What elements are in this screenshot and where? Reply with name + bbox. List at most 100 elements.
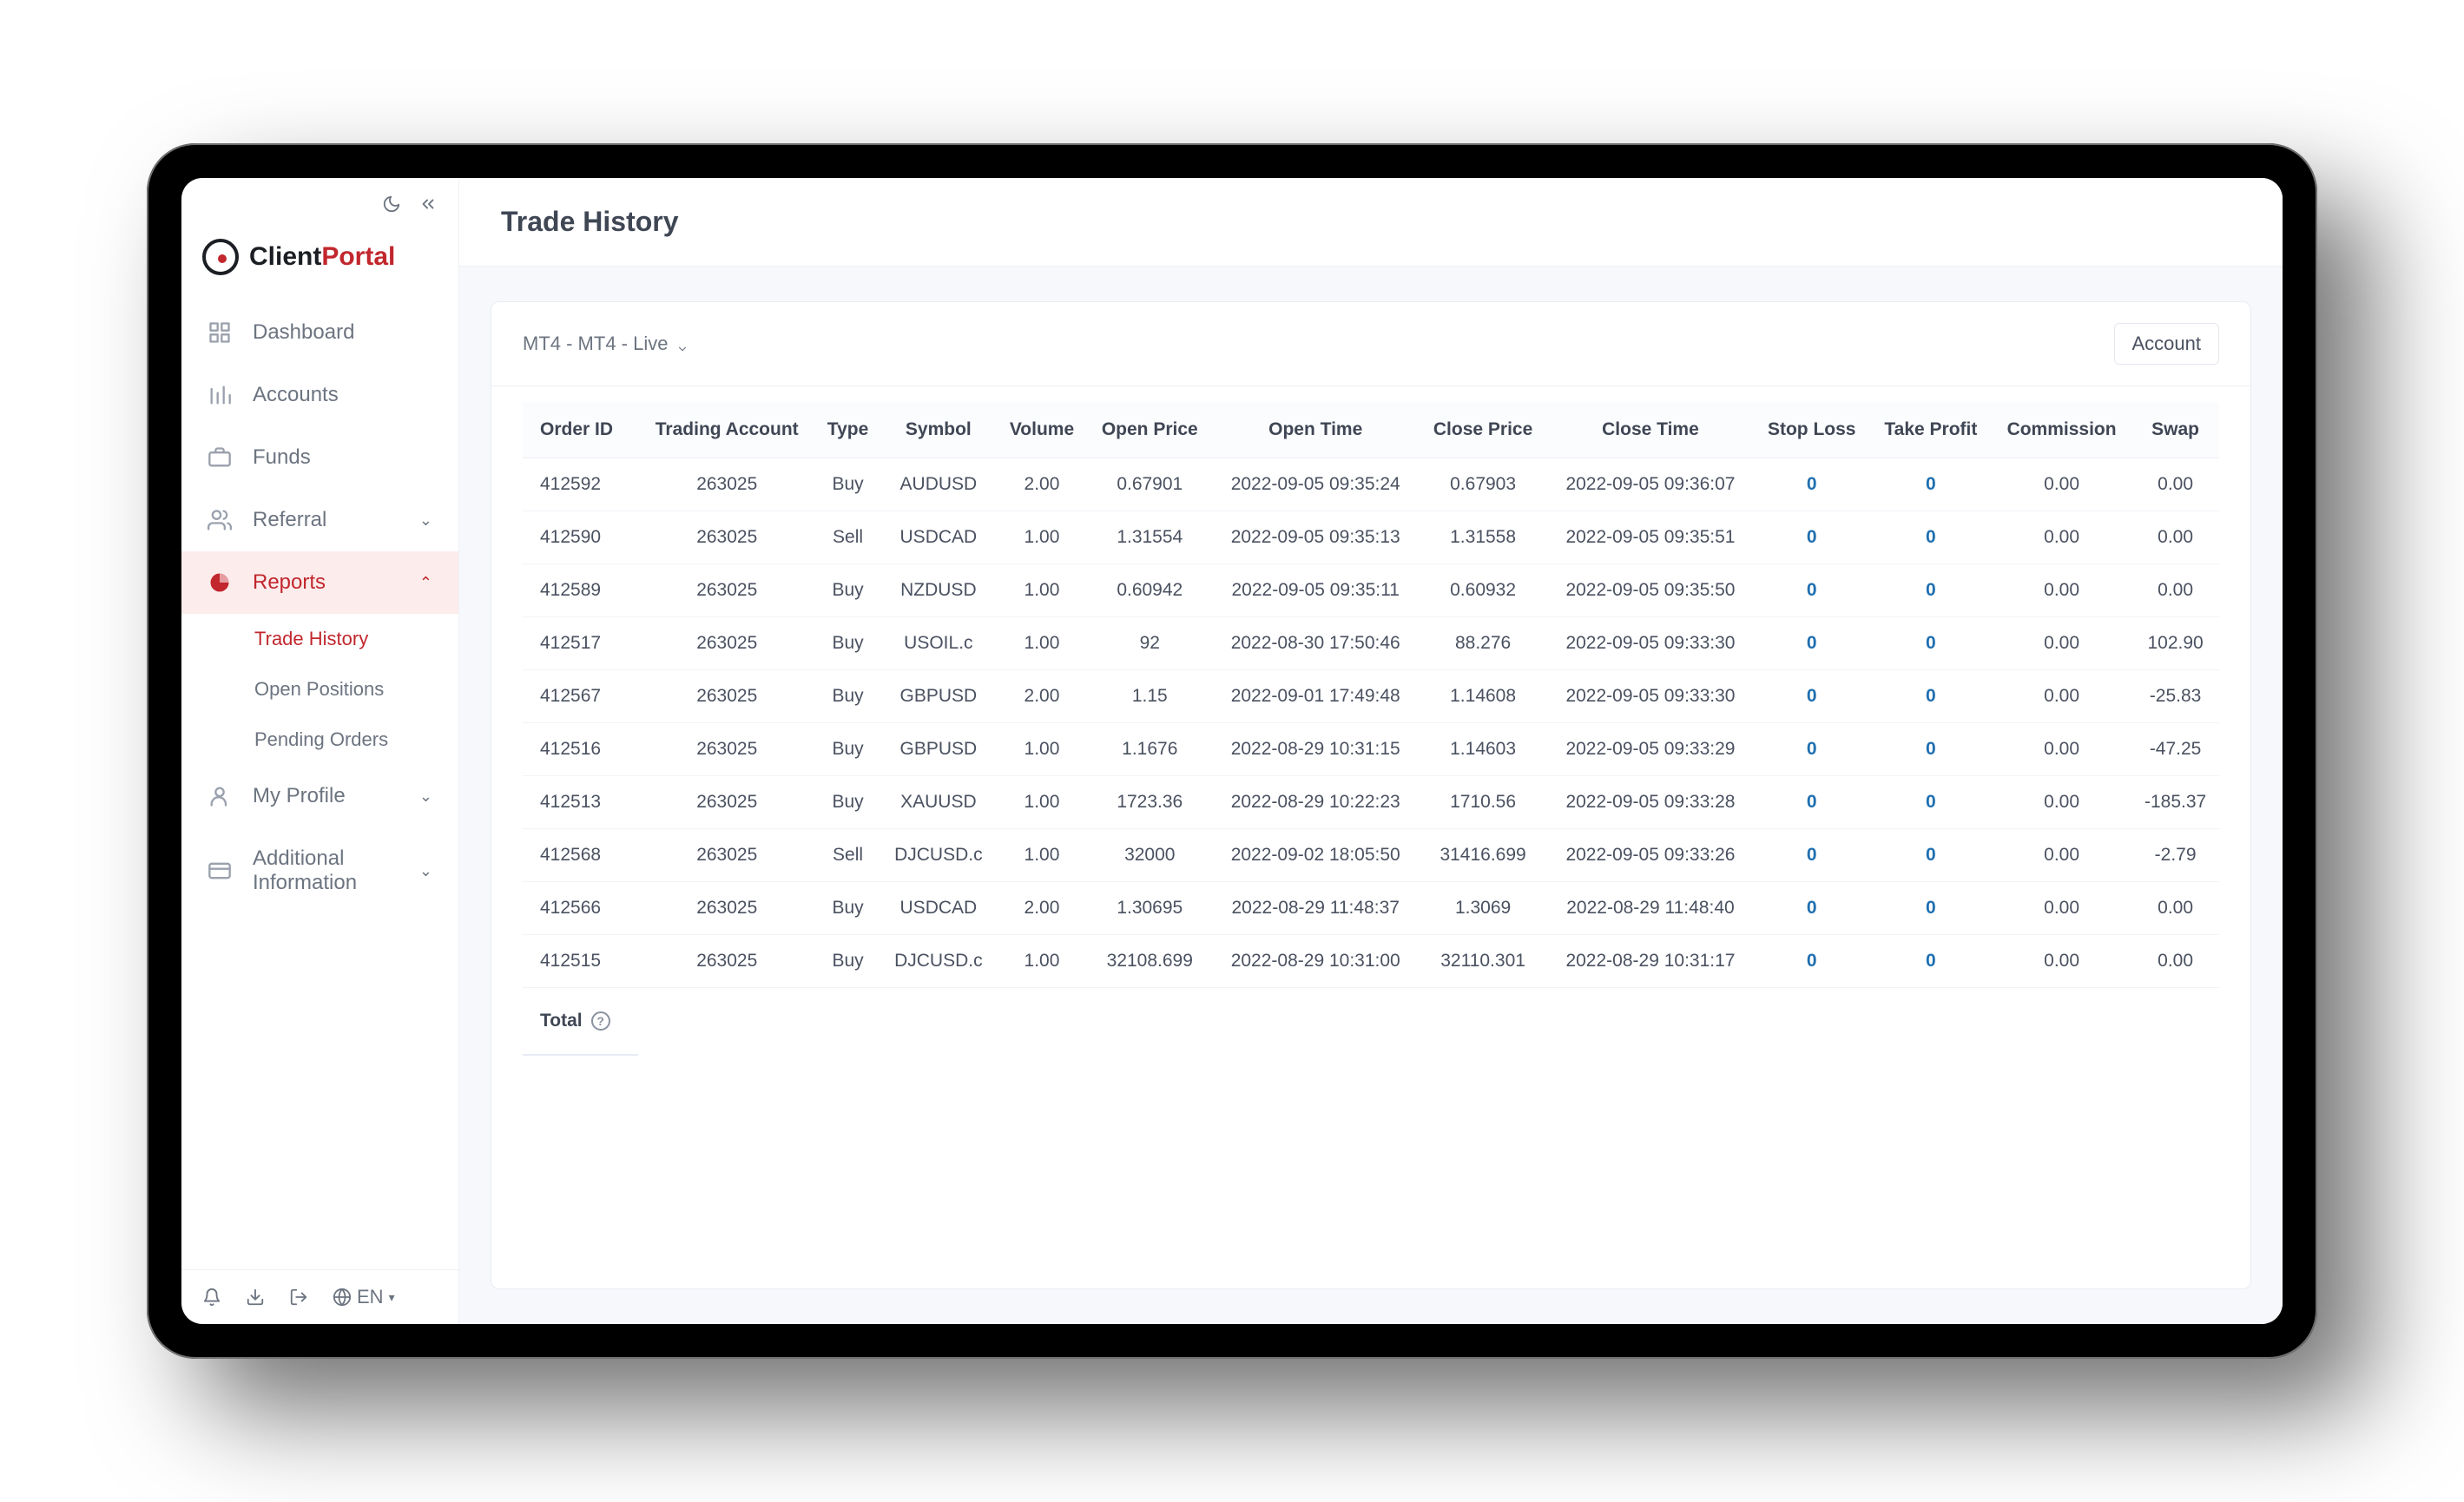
cell: 263025 <box>638 670 815 723</box>
cell: 263025 <box>638 458 815 511</box>
sidebar-top-icons <box>181 178 458 230</box>
sidebar-item-additional-information[interactable]: Additional Information⌄ <box>181 827 458 914</box>
language-selector[interactable]: EN ▾ <box>333 1286 395 1308</box>
table-row[interactable]: 412515263025BuyDJCUSD.c1.0032108.6992022… <box>523 935 2219 988</box>
cell: AUDUSD <box>880 458 997 511</box>
cell: 0 <box>1754 564 1870 617</box>
cell: 1723.36 <box>1087 776 1213 829</box>
cell: 0 <box>1870 723 1992 776</box>
table-row[interactable]: 412568263025SellDJCUSD.c1.00320002022-09… <box>523 829 2219 882</box>
column-stop-loss[interactable]: Stop Loss <box>1754 402 1870 458</box>
column-swap[interactable]: Swap <box>2131 402 2219 458</box>
cell: 412568 <box>523 829 638 882</box>
column-take-profit[interactable]: Take Profit <box>1870 402 1992 458</box>
cell: 0.67901 <box>1087 458 1213 511</box>
download-icon[interactable] <box>246 1288 265 1307</box>
cell: 2.00 <box>997 882 1087 935</box>
sidebar-subitem-open-positions[interactable]: Open Positions <box>254 664 458 715</box>
cell: 1.00 <box>997 617 1087 670</box>
column-symbol[interactable]: Symbol <box>880 402 997 458</box>
cell: 2022-09-05 09:33:26 <box>1547 829 1753 882</box>
table-row[interactable]: 412517263025BuyUSOIL.c1.00922022-08-30 1… <box>523 617 2219 670</box>
cell: 263025 <box>638 564 815 617</box>
chevron-down-icon <box>676 338 688 350</box>
column-order-id[interactable]: Order ID <box>523 402 638 458</box>
account-button[interactable]: Account <box>2114 323 2220 365</box>
collapse-sidebar-icon[interactable] <box>418 194 438 214</box>
sidebar-item-accounts[interactable]: Accounts <box>181 364 458 426</box>
cell: 1.00 <box>997 935 1087 988</box>
sidebar-item-dashboard[interactable]: Dashboard <box>181 301 458 364</box>
cell: -185.37 <box>2131 776 2219 829</box>
table-row[interactable]: 412567263025BuyGBPUSD2.001.152022-09-01 … <box>523 670 2219 723</box>
table-row[interactable]: 412566263025BuyUSDCAD2.001.306952022-08-… <box>523 882 2219 935</box>
table-row[interactable]: 412589263025BuyNZDUSD1.000.609422022-09-… <box>523 564 2219 617</box>
nav-icon <box>208 508 232 532</box>
cell: 2022-08-29 10:31:00 <box>1213 935 1419 988</box>
column-close-price[interactable]: Close Price <box>1419 402 1547 458</box>
cell: USOIL.c <box>880 617 997 670</box>
cell: Buy <box>815 564 880 617</box>
cell: 412516 <box>523 723 638 776</box>
sidebar-item-label: Reports <box>253 570 399 595</box>
sidebar-subitem-trade-history[interactable]: Trade History <box>254 614 458 664</box>
sidebar-item-funds[interactable]: Funds <box>181 426 458 489</box>
cell: 0.00 <box>2131 882 2219 935</box>
cell: 0 <box>1754 511 1870 564</box>
sidebar-item-label: My Profile <box>253 784 399 808</box>
cell: 412515 <box>523 935 638 988</box>
cell: 0.00 <box>2131 458 2219 511</box>
cell: Buy <box>815 458 880 511</box>
sidebar-subitem-pending-orders[interactable]: Pending Orders <box>254 715 458 765</box>
column-type[interactable]: Type <box>815 402 880 458</box>
cell: 2022-09-05 09:33:30 <box>1547 670 1753 723</box>
cell: 0 <box>1870 882 1992 935</box>
column-volume[interactable]: Volume <box>997 402 1087 458</box>
cell: 2022-08-30 17:50:46 <box>1213 617 1419 670</box>
cell: 263025 <box>638 935 815 988</box>
table-row[interactable]: 412590263025SellUSDCAD1.001.315542022-09… <box>523 511 2219 564</box>
sidebar-item-my-profile[interactable]: My Profile⌄ <box>181 765 458 827</box>
bell-icon[interactable] <box>202 1288 221 1307</box>
cell: 1.00 <box>997 511 1087 564</box>
chevron-down-icon: ⌄ <box>419 511 432 530</box>
cell: 1.31554 <box>1087 511 1213 564</box>
logout-icon[interactable] <box>289 1288 308 1307</box>
sidebar-bottom-bar: EN ▾ <box>181 1269 458 1324</box>
sidebar: ClientPortal DashboardAccountsFundsRefer… <box>181 178 459 1324</box>
table-row[interactable]: 412516263025BuyGBPUSD1.001.16762022-08-2… <box>523 723 2219 776</box>
cell: 0 <box>1754 882 1870 935</box>
cell: 2.00 <box>997 458 1087 511</box>
brand-logo[interactable]: ClientPortal <box>181 230 458 301</box>
column-open-time[interactable]: Open Time <box>1213 402 1419 458</box>
cell: -25.83 <box>2131 670 2219 723</box>
cell: 0.60942 <box>1087 564 1213 617</box>
column-close-time[interactable]: Close Time <box>1547 402 1753 458</box>
cell: 0.00 <box>1992 776 2131 829</box>
table-header-row: Order IDTrading AccountTypeSymbolVolumeO… <box>523 402 2219 458</box>
cell: 263025 <box>638 511 815 564</box>
table-row[interactable]: 412592263025BuyAUDUSD2.000.679012022-09-… <box>523 458 2219 511</box>
column-open-price[interactable]: Open Price <box>1087 402 1213 458</box>
cell: 0 <box>1754 617 1870 670</box>
sidebar-item-referral[interactable]: Referral⌄ <box>181 489 458 551</box>
column-trading-account[interactable]: Trading Account <box>638 402 815 458</box>
cell: 2022-09-02 18:05:50 <box>1213 829 1419 882</box>
sidebar-subitems: Trade HistoryOpen PositionsPending Order… <box>181 614 458 765</box>
help-icon[interactable]: ? <box>591 1011 610 1031</box>
account-type-selector[interactable]: MT4 - MT4 - Live <box>523 333 688 355</box>
cell: 0.00 <box>1992 458 2131 511</box>
cell: 2022-09-05 09:33:30 <box>1547 617 1753 670</box>
moon-icon[interactable] <box>382 194 401 214</box>
cell: 412567 <box>523 670 638 723</box>
cell: 0 <box>1870 511 1992 564</box>
cell: 2022-09-05 09:36:07 <box>1547 458 1753 511</box>
account-type-label: MT4 - MT4 - Live <box>523 333 668 355</box>
table-row[interactable]: 412513263025BuyXAUUSD1.001723.362022-08-… <box>523 776 2219 829</box>
cell: 2.00 <box>997 670 1087 723</box>
cell: 0 <box>1870 617 1992 670</box>
column-commission[interactable]: Commission <box>1992 402 2131 458</box>
sidebar-item-reports[interactable]: Reports⌃ <box>181 551 458 614</box>
cell: 2022-09-05 09:35:24 <box>1213 458 1419 511</box>
cell: 0 <box>1870 564 1992 617</box>
